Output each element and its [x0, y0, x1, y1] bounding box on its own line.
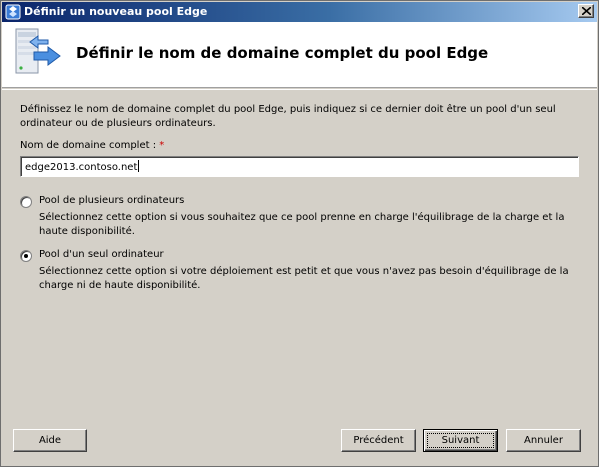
next-button[interactable]: Suivant	[423, 429, 498, 452]
wizard-dialog: Définir un nouveau pool Edge Définir le …	[0, 0, 599, 467]
previous-button[interactable]: Précédent	[341, 429, 416, 452]
radio-description: Sélectionnez cette option si votre déplo…	[39, 266, 569, 291]
window-title: Définir un nouveau pool Edge	[24, 5, 208, 18]
header-divider	[2, 89, 597, 90]
cancel-button[interactable]: Annuler	[506, 429, 581, 452]
close-button[interactable]	[578, 4, 594, 18]
help-button[interactable]: Aide	[13, 429, 87, 452]
fqdn-label-text: Nom de domaine complet :	[20, 140, 157, 151]
app-icon	[5, 4, 21, 20]
fqdn-value: edge2013.contoso.net	[25, 162, 138, 173]
option-single-computer[interactable]: Pool d'un seul ordinateur Sélectionnez c…	[20, 249, 585, 293]
radio-label: Pool de plusieurs ordinateurs	[39, 195, 185, 206]
option-multi-computer[interactable]: Pool de plusieurs ordinateurs Sélectionn…	[20, 195, 585, 239]
page-description: Définissez le nom de domaine complet du …	[20, 104, 556, 129]
server-pool-arrow-icon	[15, 28, 61, 74]
focus-rectangle	[427, 433, 494, 448]
radio-label: Pool d'un seul ordinateur	[39, 249, 164, 260]
radio-selected-dot	[24, 254, 28, 258]
radio-single-computer[interactable]	[20, 250, 32, 262]
radio-multi-computer[interactable]	[20, 196, 32, 208]
radio-description: Sélectionnez cette option si vous souhai…	[39, 212, 565, 237]
wizard-header: Définir le nom de domaine complet du poo…	[2, 22, 597, 88]
close-icon	[582, 7, 591, 15]
text-caret	[138, 160, 140, 172]
required-marker: *	[159, 140, 165, 151]
fqdn-label: Nom de domaine complet : *	[20, 140, 164, 151]
fqdn-input[interactable]: edge2013.contoso.net	[20, 156, 579, 177]
title-bar[interactable]: Définir un nouveau pool Edge	[2, 2, 597, 22]
page-title: Définir le nom de domaine complet du poo…	[76, 44, 489, 62]
